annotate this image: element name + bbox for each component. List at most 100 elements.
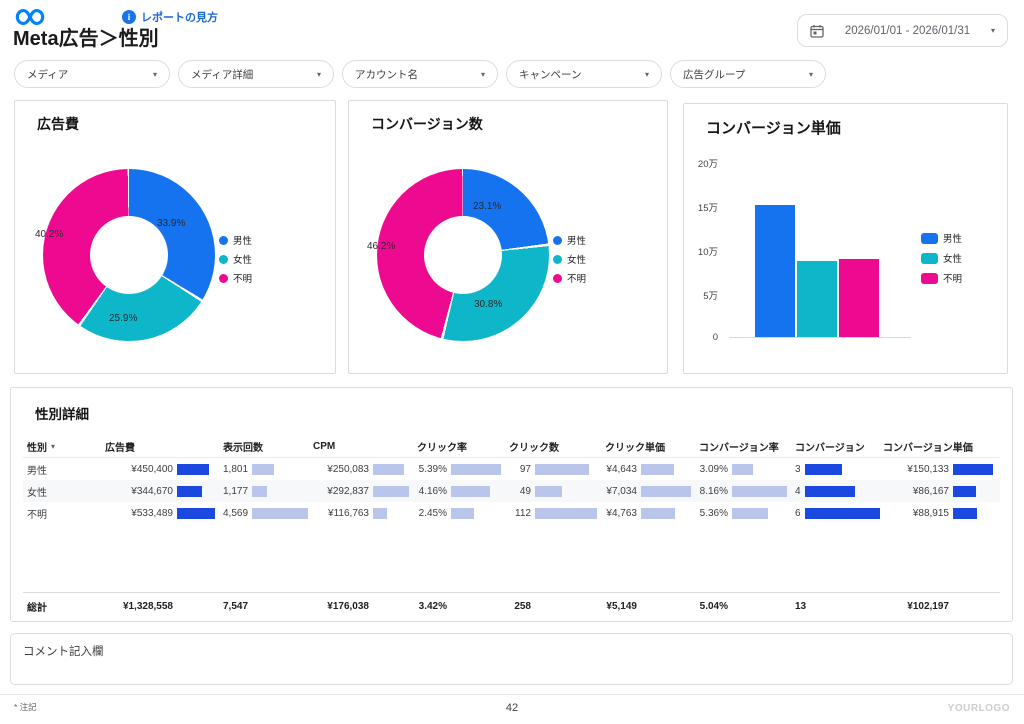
filter-account-name[interactable]: アカウント名 ▾	[342, 60, 498, 88]
legend-swatch-icon	[921, 253, 938, 264]
cell-value: 1,801	[223, 464, 248, 475]
cell-bar	[252, 508, 308, 519]
cell-label: CPM	[309, 441, 413, 452]
cell-bar-track	[805, 508, 880, 519]
cell-bar-track	[451, 508, 501, 519]
chart-legend: 男性 女性 不明	[921, 231, 962, 285]
cell-bar-track	[641, 486, 691, 497]
cell: ¥88,915	[879, 508, 997, 519]
cell-value: ¥250,083	[313, 464, 369, 475]
column-header[interactable]: 性別	[27, 439, 47, 454]
legend-label: 男性	[943, 231, 962, 245]
cell: ¥4,643	[601, 464, 695, 475]
cell-value: ¥86,167	[883, 486, 949, 497]
table-header-row: 性別▾広告費表示回数CPMクリック率クリック数クリック単価コンバージョン率コンバ…	[23, 435, 1000, 458]
cell-bar-track	[373, 601, 409, 612]
cell-bar-track	[953, 486, 993, 497]
cell-bar	[177, 508, 215, 519]
cell-bar	[953, 464, 993, 475]
cell-bar-track	[177, 486, 215, 497]
cell-value: 8.16%	[699, 486, 728, 497]
cell-bar-track	[805, 486, 880, 497]
cell-value: 4,569	[223, 508, 248, 519]
slice-label-female: 30.8%	[474, 299, 502, 310]
cell-label: 表示回数	[219, 439, 309, 454]
table-body: 男性¥450,4001,801¥250,0835.39%97¥4,6433.09…	[23, 458, 1000, 524]
cell-bar-track	[451, 601, 501, 612]
legend-dot-icon	[219, 255, 228, 264]
cell-label: 総計	[23, 599, 101, 614]
total-value: ¥102,197	[883, 601, 949, 612]
cell: 3	[791, 464, 879, 475]
conversions-donut-chart[interactable]	[377, 169, 549, 341]
table-row: 女性¥344,6701,177¥292,8374.16%49¥7,0348.16…	[23, 480, 1000, 502]
column-header: コンバージョン単価	[883, 439, 973, 454]
total-value: 5.04%	[699, 601, 728, 612]
cell: ¥4,763	[601, 508, 695, 519]
total-value: 13	[795, 601, 806, 612]
cell-bar	[177, 486, 202, 497]
cell-bar-track	[177, 601, 215, 612]
cell: 258	[505, 601, 601, 612]
chevron-down-icon: ▾	[153, 70, 157, 79]
cell-value: ¥450,400	[105, 464, 173, 475]
cell-bar-track	[641, 601, 691, 612]
legend-item-unknown: 不明	[921, 271, 962, 285]
comment-input[interactable]: コメント記入欄	[10, 633, 1013, 685]
total-value: ¥5,149	[605, 601, 637, 612]
cell: 3.09%	[695, 464, 791, 475]
total-value: ¥176,038	[313, 601, 369, 612]
bar-female[interactable]	[797, 261, 837, 337]
slice-label-male: 23.1%	[473, 201, 501, 212]
filter-campaign[interactable]: キャンペーン ▾	[506, 60, 662, 88]
cell: ¥344,670	[101, 486, 219, 497]
cell: ¥176,038	[309, 601, 413, 612]
column-header: 表示回数	[223, 439, 263, 454]
gender-detail-table-card: 性別詳細 性別▾広告費表示回数CPMクリック率クリック数クリック単価コンバージョ…	[10, 387, 1013, 622]
bar-unknown[interactable]	[839, 259, 879, 337]
cell: ¥5,149	[601, 601, 695, 612]
cell-bar	[451, 486, 490, 497]
legend-label: 女性	[943, 251, 962, 265]
legend-item-male: 男性	[553, 233, 586, 247]
cell-bar-track	[535, 601, 597, 612]
cell-value: 5.39%	[417, 464, 447, 475]
sort-icon: ▾	[51, 442, 55, 451]
cell-value: 97	[509, 464, 531, 475]
cell: ¥102,197	[879, 601, 997, 612]
chart-legend: 男性 女性 不明	[553, 233, 586, 285]
cell-label: コンバージョン	[791, 439, 879, 454]
cell-bar-track	[252, 464, 308, 475]
cell-value: 4	[795, 486, 801, 497]
table-row: 男性¥450,4001,801¥250,0835.39%97¥4,6433.09…	[23, 458, 1000, 480]
date-range-picker[interactable]: 2026/01/01 - 2026/01/31 ▾	[797, 14, 1008, 47]
y-tick: 5万	[684, 288, 718, 302]
y-tick: 0	[684, 332, 718, 343]
cell-value: ¥344,670	[105, 486, 173, 497]
cell-bar-track	[252, 508, 308, 519]
cell: 7,547	[219, 601, 309, 612]
calendar-icon	[810, 24, 824, 38]
legend-label: 男性	[567, 233, 586, 247]
cell-value: ¥7,034	[605, 486, 637, 497]
cell-bar-track	[252, 601, 308, 612]
cell-bar	[252, 464, 274, 475]
cell-bar	[732, 464, 753, 475]
chart-title: コンバージョン数	[371, 114, 483, 134]
table-row: 不明¥533,4894,569¥116,7632.45%112¥4,7635.3…	[23, 502, 1000, 524]
cell-bar-track	[451, 486, 501, 497]
filter-media[interactable]: メディア ▾	[14, 60, 170, 88]
cell-value: ¥150,133	[883, 464, 949, 475]
cell: ¥150,133	[879, 464, 997, 475]
cpa-bar-card: コンバージョン単価 20万 15万 10万 5万 0 男性 女性 不明	[683, 103, 1008, 374]
cell: 4.16%	[413, 486, 505, 497]
cell: 5.36%	[695, 508, 791, 519]
cell: ¥292,837	[309, 486, 413, 497]
column-header: 広告費	[105, 439, 135, 454]
bar-male[interactable]	[755, 205, 795, 337]
filter-ad-group[interactable]: 広告グループ ▾	[670, 60, 826, 88]
legend-item-female: 女性	[219, 252, 252, 266]
legend-dot-icon	[219, 274, 228, 283]
column-header: クリック数	[509, 439, 559, 454]
filter-media-detail[interactable]: メディア詳細 ▾	[178, 60, 334, 88]
